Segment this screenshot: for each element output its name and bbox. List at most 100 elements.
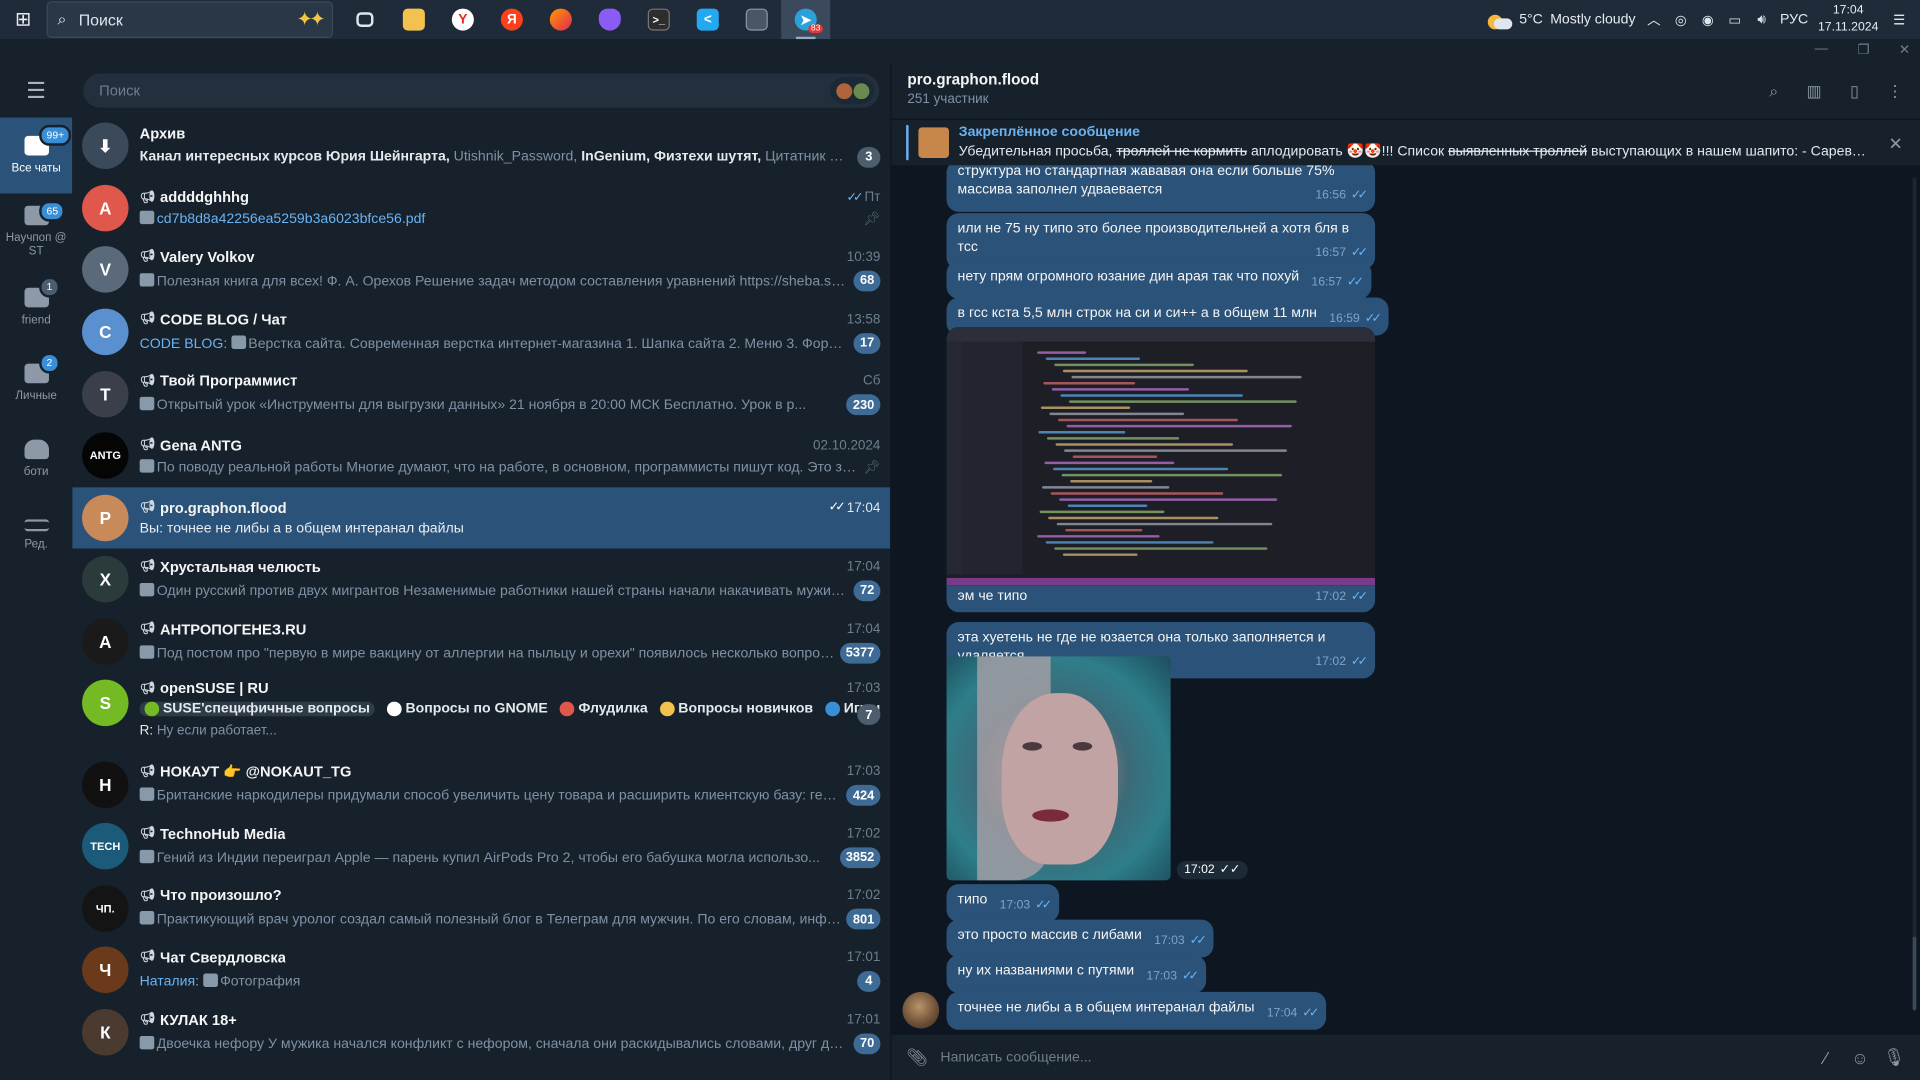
vscode-icon[interactable]: < — [683, 0, 732, 39]
chat-row[interactable]: TECH 📢︎ TechnoHub Media 17:02 Гений из Индии… — [72, 815, 890, 877]
folder-personal[interactable]: 2 Личные — [0, 345, 72, 421]
message-time: 16:56 — [1315, 188, 1347, 203]
channel-icon: 📢︎ — [139, 681, 156, 696]
chat-row[interactable]: ЧП. 📢︎ Что произошло? 17:02 Практикующий вра… — [72, 877, 890, 939]
voice-chat-icon[interactable]: ▥ — [1804, 81, 1825, 102]
chat-row[interactable]: S 7 📢︎ openSUSE | RU 17:03 SUSE'специфичные в… — [72, 673, 890, 754]
unread-count: 3 — [857, 146, 881, 168]
network-icon[interactable]: ▭ — [1726, 11, 1743, 28]
minimize-icon[interactable]: — — [1815, 42, 1828, 58]
language-indicator[interactable]: РУС — [1780, 12, 1808, 27]
system-clock[interactable]: 17:04 17.11.2024 — [1818, 2, 1878, 36]
channel-icon: 📢︎ — [139, 1012, 156, 1027]
topic-item: Вопросы новичков — [659, 702, 813, 717]
close-icon[interactable]: ✕ — [1899, 42, 1910, 58]
message-bubble[interactable]: точнее не либы а в общем интеранал файлы… — [946, 991, 1327, 1030]
pinned-message-bar[interactable]: Закреплённое сообщение Убедительная прос… — [891, 118, 1920, 166]
double-check-icon: ✓✓ — [1364, 312, 1382, 326]
chat-row[interactable]: P 📢︎ pro.graphon.flood ✓✓ 17:04 Вы: точнее не… — [72, 486, 891, 549]
search-icon[interactable]: ⌕ — [1763, 81, 1784, 102]
sidebar-toggle-icon[interactable]: ▯ — [1844, 81, 1865, 102]
chat-name: 📢︎ Valery Volkov — [139, 248, 255, 266]
chat-row[interactable]: ANTG 📢︎ Gena ANTG 02.10.2024 По поводу реаль… — [72, 425, 890, 487]
maximize-icon[interactable]: ❐ — [1857, 42, 1869, 58]
chat-preview: Ну если работает... — [156, 724, 277, 739]
firefox-icon[interactable] — [536, 0, 585, 39]
folder-all-chats[interactable]: 99+ Все чаты — [0, 117, 73, 194]
telegram-icon[interactable]: ➤ 83 — [781, 0, 831, 40]
taskbar-search[interactable]: ⌕ Поиск ✦✦ — [46, 1, 334, 38]
stories-avatars[interactable] — [830, 77, 875, 105]
terminal-icon[interactable]: >_ — [634, 0, 683, 39]
screenshot-image[interactable] — [946, 326, 1376, 586]
chevron-up-icon[interactable]: ︿ — [1645, 11, 1662, 28]
avatar[interactable] — [902, 991, 940, 1029]
steam-icon[interactable]: ◉ — [1699, 11, 1716, 28]
chat-row[interactable]: Х 📢︎ Хрустальная челюсть 17:04 Один русский … — [72, 549, 890, 611]
weather-widget[interactable]: 5°C Mostly cloudy — [1487, 11, 1636, 30]
chat-time: 17:03 — [846, 681, 881, 696]
chat-row[interactable]: Т 📢︎ Твой Программист Сб Открытый урок «Инст… — [72, 363, 890, 425]
microphone-icon[interactable]: 🎙︎ — [1883, 1046, 1905, 1068]
avatar: P — [82, 494, 129, 542]
chat-row[interactable]: Ч 📢︎ Чат Свердловска 17:01 Наталия: Фотограф… — [72, 939, 890, 1001]
windows-start-icon[interactable]: ⊞ — [0, 0, 47, 39]
photo-image[interactable] — [946, 656, 1171, 881]
chat-row[interactable]: Н 📢︎ НОКАУТ 👉 @NOKAUT_TG 17:03 Британские на… — [72, 753, 890, 815]
chat-row[interactable]: К 📢︎ КУЛАК 18+ 17:01 Двоечка нефору У мужика… — [72, 1001, 890, 1063]
message-bubble[interactable]: эм че типо 17:02 ✓✓ — [946, 585, 1376, 613]
volume-icon[interactable]: 🔊︎ — [1753, 11, 1770, 28]
double-check-icon: ✓✓ — [1350, 655, 1368, 669]
archive-row[interactable]: ⬇ Архив Канал интересных курсов Юрия Шей… — [72, 115, 890, 177]
app-tray-icon[interactable]: ◎ — [1672, 11, 1689, 28]
chat-row[interactable]: A 📢︎ addddghhhg ✓✓ Пт cd7b8d8a42256ea5259b3a6… — [72, 177, 890, 239]
task-view-icon[interactable] — [340, 0, 389, 39]
archive-preview: Канал интересных курсов Юрия Шейнгарта, … — [139, 149, 853, 165]
yandex-browser-icon[interactable]: Y — [438, 0, 487, 39]
channel-icon: 📢︎ — [139, 190, 156, 205]
chat-row[interactable]: V 📢︎ Valery Volkov 10:39 Полезная книга для … — [72, 239, 890, 301]
notifications-icon[interactable]: ☰ — [1888, 11, 1910, 28]
archive-title: Архив — [139, 124, 186, 142]
message-bubble[interactable]: нету прям огромного юзание дин арая так … — [946, 260, 1372, 299]
obsidian-icon[interactable] — [585, 0, 634, 39]
avatar: A — [82, 184, 129, 232]
emoji-icon[interactable]: ☺ — [1849, 1046, 1871, 1068]
message-bubble[interactable]: типо 17:03 ✓✓ — [946, 884, 1060, 923]
file-explorer-icon[interactable] — [389, 0, 438, 39]
channel-icon: 📢︎ — [139, 374, 156, 388]
scrollbar[interactable] — [1912, 177, 1917, 1011]
channel-icon: 📢︎ — [139, 438, 156, 453]
more-options-icon[interactable]: ⋮ — [1885, 81, 1906, 102]
chat-name: 📢︎ НОКАУТ 👉 @NOKAUT_TG — [139, 763, 352, 781]
chat-row[interactable]: А 📢︎ АНТРОПОГЕНЕЗ.RU 17:04 Под постом про "п… — [72, 611, 890, 673]
chat-time: 17:01 — [846, 950, 881, 965]
chat-row[interactable]: C 📢︎ CODE BLOG / Чат 13:58 CODE BLOG: Верстк… — [72, 301, 890, 363]
avatar: ANTG — [82, 432, 129, 480]
attach-icon[interactable]: 📎︎ — [906, 1046, 928, 1068]
calculator-icon[interactable] — [732, 0, 781, 39]
avatar: C — [82, 308, 129, 356]
message-bubble[interactable]: ну их названиями с путями 17:03 ✓✓ — [946, 955, 1207, 994]
folder-friend[interactable]: 1 friend — [0, 269, 72, 345]
folder-nauchpop[interactable]: 65 Научпоп @ ST — [0, 193, 72, 269]
weather-icon — [1487, 11, 1512, 30]
message-time: 17:02 — [1184, 863, 1215, 877]
close-pinned-icon[interactable]: ✕ — [1889, 133, 1903, 154]
menu-icon[interactable]: ☰ — [0, 64, 72, 118]
folder-edit[interactable]: Ред. — [0, 497, 72, 573]
conversation-header[interactable]: pro.graphon.flood 251 участник ⌕ ▥ ▯ ⋮ — [891, 63, 1920, 119]
chat-search-input[interactable]: Поиск — [83, 73, 880, 108]
message-bubble[interactable]: это просто массив с либами 17:03 ✓✓ — [946, 919, 1214, 958]
message-bubble[interactable]: структура но стандартная жававая она есл… — [946, 165, 1376, 212]
media-thumb-icon — [139, 911, 155, 925]
clock-time: 17:04 — [1832, 3, 1864, 18]
folder-bots[interactable]: боти — [0, 421, 72, 497]
telegram-badge: 83 — [808, 24, 823, 34]
avatar: Ч — [82, 947, 129, 994]
chat-preview: cd7b8d8a42256ea5259b3a6023bfce56.pdf — [139, 211, 859, 227]
bot-commands-icon[interactable]: ⁄ — [1815, 1046, 1837, 1068]
message-input[interactable]: Написать сообщение... — [940, 1050, 1802, 1065]
message-text: эм че типо — [957, 588, 1028, 604]
yandex-icon[interactable]: Я — [487, 0, 536, 39]
